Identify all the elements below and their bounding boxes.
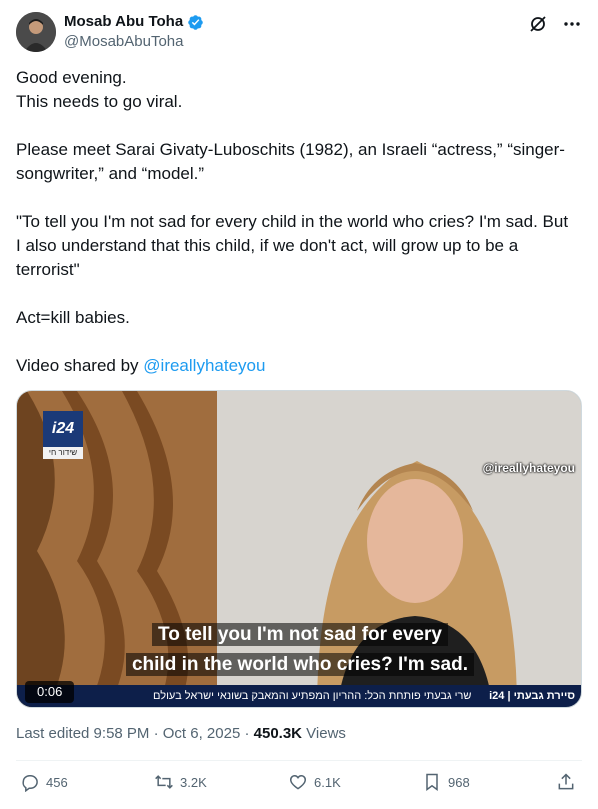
tweet-line: songwriter,” and “model.” xyxy=(16,164,205,183)
news-ticker: שרי גבעתי פותחת הכל: ההריון המפתיע והמאב… xyxy=(17,685,581,707)
reply-icon xyxy=(22,775,38,792)
like-count: 6.1K xyxy=(314,774,341,790)
subtitle-text: To tell you I'm not sad for every xyxy=(152,623,448,646)
author-block: Mosab Abu Toha @MosabAbuToha xyxy=(64,12,204,52)
action-bar: 456 3.2K 6.1K 968 xyxy=(16,772,582,800)
divider xyxy=(16,760,582,761)
tweet-meta: Last edited 9:58 PM · Oct 6, 2025 · 450.… xyxy=(16,724,346,744)
video-credit-prefix: Video shared by xyxy=(16,356,144,375)
video-credit-link[interactable]: @ireallyhateyou xyxy=(143,356,265,375)
repost-button[interactable]: 3.2K xyxy=(154,772,207,792)
tweet-line: This needs to go viral. xyxy=(16,92,183,111)
more-options-icon[interactable] xyxy=(562,14,582,34)
handle[interactable]: @MosabAbuToha xyxy=(64,32,204,52)
video-watermark: @ireallyhateyou xyxy=(482,461,575,475)
heart-icon xyxy=(289,774,307,790)
video-credit: Video shared by @ireallyhateyou xyxy=(16,354,586,378)
tweet-text: Good evening. This needs to go viral. Pl… xyxy=(16,66,586,378)
tweet-line: "To tell you I'm not sad for every child… xyxy=(16,212,569,231)
edited-timestamp[interactable]: Last edited 9:58 PM · Oct 6, 2025 · xyxy=(16,725,254,742)
channel-logo: i24 xyxy=(43,411,83,447)
display-name-text[interactable]: Mosab Abu Toha xyxy=(64,12,183,32)
avatar[interactable] xyxy=(16,12,56,52)
repost-count: 3.2K xyxy=(180,774,207,790)
share-button[interactable] xyxy=(556,772,576,792)
views-count: 450.3K xyxy=(253,725,303,742)
views-label: Views xyxy=(302,725,346,742)
tweet-line: Please meet Sarai Givaty-Luboschits (198… xyxy=(16,140,565,159)
video-player[interactable]: i24 שידור חי @ireallyhateyou To tell you… xyxy=(16,390,582,708)
live-tag: שידור חי xyxy=(43,447,83,459)
verified-badge-icon xyxy=(188,14,203,30)
grok-icon[interactable] xyxy=(528,14,548,34)
reply-count: 456 xyxy=(46,774,68,790)
tweet-line: Good evening. xyxy=(16,68,127,87)
subtitle-line-1: To tell you I'm not sad for every xyxy=(17,621,581,649)
bookmark-button[interactable]: 968 xyxy=(422,772,470,792)
share-icon xyxy=(558,773,574,790)
video-time: 0:06 xyxy=(25,681,75,703)
ticker-brand: סיירת גבעתי | i24 xyxy=(489,690,575,702)
tweet-line: I also understand that this child, if we… xyxy=(16,236,519,255)
bookmark-count: 968 xyxy=(448,774,470,790)
subtitle-text: child in the world who cries? I'm sad. xyxy=(125,653,475,676)
display-name[interactable]: Mosab Abu Toha xyxy=(64,12,204,32)
subtitle-line-2: child in the world who cries? I'm sad. xyxy=(17,651,581,679)
tweet-header: Mosab Abu Toha @MosabAbuToha xyxy=(16,12,582,56)
bookmark-icon xyxy=(426,773,438,791)
ticker-text: שרי גבעתי פותחת הכל: ההריון המפתיע והמאב… xyxy=(153,690,472,702)
like-button[interactable]: 6.1K xyxy=(288,772,341,792)
tweet-line: terrorist" xyxy=(16,260,80,279)
tweet-line: Act=kill babies. xyxy=(16,308,130,327)
header-actions xyxy=(528,14,582,34)
repost-icon xyxy=(155,775,173,789)
reply-button[interactable]: 456 xyxy=(20,772,68,792)
